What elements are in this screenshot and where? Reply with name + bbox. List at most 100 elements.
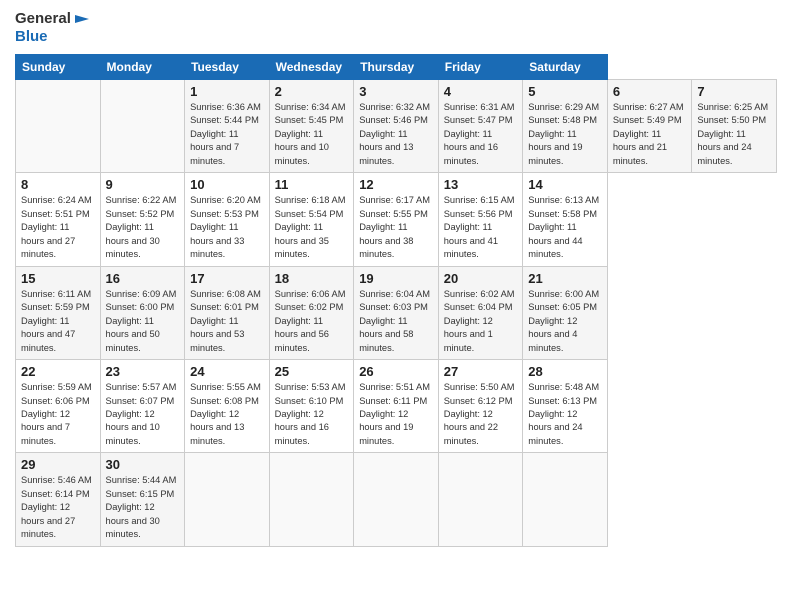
day-of-week-header: Sunday xyxy=(16,55,101,80)
day-info: Sunrise: 5:46 AMSunset: 6:14 PMDaylight:… xyxy=(21,474,95,541)
day-cell: 14 Sunrise: 6:13 AMSunset: 5:58 PMDayligh… xyxy=(523,173,608,266)
day-cell: 30 Sunrise: 5:44 AMSunset: 6:15 PMDayligh… xyxy=(100,453,185,546)
day-number: 22 xyxy=(21,364,95,379)
day-info: Sunrise: 6:24 AMSunset: 5:51 PMDaylight:… xyxy=(21,194,95,261)
day-number: 10 xyxy=(190,177,264,192)
empty-cell xyxy=(354,453,439,546)
day-info: Sunrise: 6:06 AMSunset: 6:02 PMDaylight:… xyxy=(275,288,349,355)
day-of-week-header: Monday xyxy=(100,55,185,80)
day-info: Sunrise: 6:34 AMSunset: 5:45 PMDaylight:… xyxy=(275,101,349,168)
day-number: 30 xyxy=(106,457,180,472)
day-number: 11 xyxy=(275,177,349,192)
empty-cell xyxy=(16,80,101,173)
day-cell: 29 Sunrise: 5:46 AMSunset: 6:14 PMDayligh… xyxy=(16,453,101,546)
day-info: Sunrise: 6:36 AMSunset: 5:44 PMDaylight:… xyxy=(190,101,264,168)
day-cell: 25 Sunrise: 5:53 AMSunset: 6:10 PMDayligh… xyxy=(269,360,354,453)
logo-text: General Blue xyxy=(15,10,91,46)
day-info: Sunrise: 5:44 AMSunset: 6:15 PMDaylight:… xyxy=(106,474,180,541)
day-cell: 28 Sunrise: 5:48 AMSunset: 6:13 PMDayligh… xyxy=(523,360,608,453)
day-info: Sunrise: 6:11 AMSunset: 5:59 PMDaylight:… xyxy=(21,288,95,355)
day-number: 25 xyxy=(275,364,349,379)
day-cell: 27 Sunrise: 5:50 AMSunset: 6:12 PMDayligh… xyxy=(438,360,523,453)
day-number: 14 xyxy=(528,177,602,192)
day-info: Sunrise: 6:18 AMSunset: 5:54 PMDaylight:… xyxy=(275,194,349,261)
day-cell: 24Sunrise: 5:55 AMSunset: 6:08 PMDayligh… xyxy=(185,360,270,453)
empty-cell xyxy=(269,453,354,546)
day-info: Sunrise: 6:22 AMSunset: 5:52 PMDaylight:… xyxy=(106,194,180,261)
day-info: Sunrise: 6:00 AMSunset: 6:05 PMDaylight:… xyxy=(528,288,602,355)
day-cell: 11 Sunrise: 6:18 AMSunset: 5:54 PMDayligh… xyxy=(269,173,354,266)
day-of-week-header: Saturday xyxy=(523,55,608,80)
empty-cell xyxy=(523,453,608,546)
day-number: 15 xyxy=(21,271,95,286)
day-number: 7 xyxy=(697,84,771,99)
day-info: Sunrise: 5:48 AMSunset: 6:13 PMDaylight:… xyxy=(528,381,602,448)
day-cell: 12Sunrise: 6:17 AMSunset: 5:55 PMDayligh… xyxy=(354,173,439,266)
day-number: 6 xyxy=(613,84,687,99)
day-cell: 16 Sunrise: 6:09 AMSunset: 6:00 PMDayligh… xyxy=(100,266,185,359)
day-info: Sunrise: 5:50 AMSunset: 6:12 PMDaylight:… xyxy=(444,381,518,448)
day-cell: 13 Sunrise: 6:15 AMSunset: 5:56 PMDayligh… xyxy=(438,173,523,266)
day-number: 21 xyxy=(528,271,602,286)
day-cell: 20 Sunrise: 6:02 AMSunset: 6:04 PMDayligh… xyxy=(438,266,523,359)
day-number: 16 xyxy=(106,271,180,286)
day-info: Sunrise: 5:59 AMSunset: 6:06 PMDaylight:… xyxy=(21,381,95,448)
day-number: 1 xyxy=(190,84,264,99)
day-of-week-header: Tuesday xyxy=(185,55,270,80)
day-cell: 6 Sunrise: 6:27 AMSunset: 5:49 PMDaylight… xyxy=(607,80,692,173)
day-cell: 4Sunrise: 6:31 AMSunset: 5:47 PMDaylight… xyxy=(438,80,523,173)
day-number: 27 xyxy=(444,364,518,379)
day-cell: 3 Sunrise: 6:32 AMSunset: 5:46 PMDaylight… xyxy=(354,80,439,173)
day-info: Sunrise: 6:29 AMSunset: 5:48 PMDaylight:… xyxy=(528,101,602,168)
logo: General Blue xyxy=(15,10,91,46)
day-number: 29 xyxy=(21,457,95,472)
empty-cell xyxy=(185,453,270,546)
day-info: Sunrise: 5:53 AMSunset: 6:10 PMDaylight:… xyxy=(275,381,349,448)
day-cell: 7 Sunrise: 6:25 AMSunset: 5:50 PMDaylight… xyxy=(692,80,777,173)
day-info: Sunrise: 6:15 AMSunset: 5:56 PMDaylight:… xyxy=(444,194,518,261)
day-info: Sunrise: 6:02 AMSunset: 6:04 PMDaylight:… xyxy=(444,288,518,355)
day-info: Sunrise: 5:57 AMSunset: 6:07 PMDaylight:… xyxy=(106,381,180,448)
day-number: 2 xyxy=(275,84,349,99)
day-number: 28 xyxy=(528,364,602,379)
calendar-table: SundayMondayTuesdayWednesdayThursdayFrid… xyxy=(15,54,777,547)
empty-cell xyxy=(100,80,185,173)
day-number: 3 xyxy=(359,84,433,99)
day-info: Sunrise: 6:09 AMSunset: 6:00 PMDaylight:… xyxy=(106,288,180,355)
day-number: 13 xyxy=(444,177,518,192)
day-cell: 2 Sunrise: 6:34 AMSunset: 5:45 PMDaylight… xyxy=(269,80,354,173)
day-of-week-header: Wednesday xyxy=(269,55,354,80)
day-cell: 17 Sunrise: 6:08 AMSunset: 6:01 PMDayligh… xyxy=(185,266,270,359)
day-number: 4 xyxy=(444,84,518,99)
day-info: Sunrise: 6:25 AMSunset: 5:50 PMDaylight:… xyxy=(697,101,771,168)
day-info: Sunrise: 6:20 AMSunset: 5:53 PMDaylight:… xyxy=(190,194,264,261)
day-number: 9 xyxy=(106,177,180,192)
day-number: 26 xyxy=(359,364,433,379)
day-info: Sunrise: 6:27 AMSunset: 5:49 PMDaylight:… xyxy=(613,101,687,168)
day-cell: 8 Sunrise: 6:24 AMSunset: 5:51 PMDaylight… xyxy=(16,173,101,266)
day-cell: 21 Sunrise: 6:00 AMSunset: 6:05 PMDayligh… xyxy=(523,266,608,359)
day-cell: 19Sunrise: 6:04 AMSunset: 6:03 PMDayligh… xyxy=(354,266,439,359)
day-info: Sunrise: 6:17 AMSunset: 5:55 PMDaylight:… xyxy=(359,194,433,261)
day-cell: 10 Sunrise: 6:20 AMSunset: 5:53 PMDayligh… xyxy=(185,173,270,266)
day-cell: 15 Sunrise: 6:11 AMSunset: 5:59 PMDayligh… xyxy=(16,266,101,359)
day-cell: 1 Sunrise: 6:36 AMSunset: 5:44 PMDaylight… xyxy=(185,80,270,173)
day-number: 5 xyxy=(528,84,602,99)
day-cell: 26 Sunrise: 5:51 AMSunset: 6:11 PMDayligh… xyxy=(354,360,439,453)
day-info: Sunrise: 6:13 AMSunset: 5:58 PMDaylight:… xyxy=(528,194,602,261)
day-number: 18 xyxy=(275,271,349,286)
header: General Blue xyxy=(15,10,777,46)
day-info: Sunrise: 6:32 AMSunset: 5:46 PMDaylight:… xyxy=(359,101,433,168)
day-number: 8 xyxy=(21,177,95,192)
day-cell: 23Sunrise: 5:57 AMSunset: 6:07 PMDayligh… xyxy=(100,360,185,453)
day-cell: 18 Sunrise: 6:06 AMSunset: 6:02 PMDayligh… xyxy=(269,266,354,359)
day-number: 17 xyxy=(190,271,264,286)
day-number: 20 xyxy=(444,271,518,286)
day-info: Sunrise: 5:55 AMSunset: 6:08 PMDaylight:… xyxy=(190,381,264,448)
day-info: Sunrise: 6:08 AMSunset: 6:01 PMDaylight:… xyxy=(190,288,264,355)
day-of-week-header: Thursday xyxy=(354,55,439,80)
page: General Blue SundayMondayTuesdayWednesda… xyxy=(0,0,792,612)
day-cell: 5 Sunrise: 6:29 AMSunset: 5:48 PMDaylight… xyxy=(523,80,608,173)
day-info: Sunrise: 5:51 AMSunset: 6:11 PMDaylight:… xyxy=(359,381,433,448)
day-info: Sunrise: 6:04 AMSunset: 6:03 PMDaylight:… xyxy=(359,288,433,355)
